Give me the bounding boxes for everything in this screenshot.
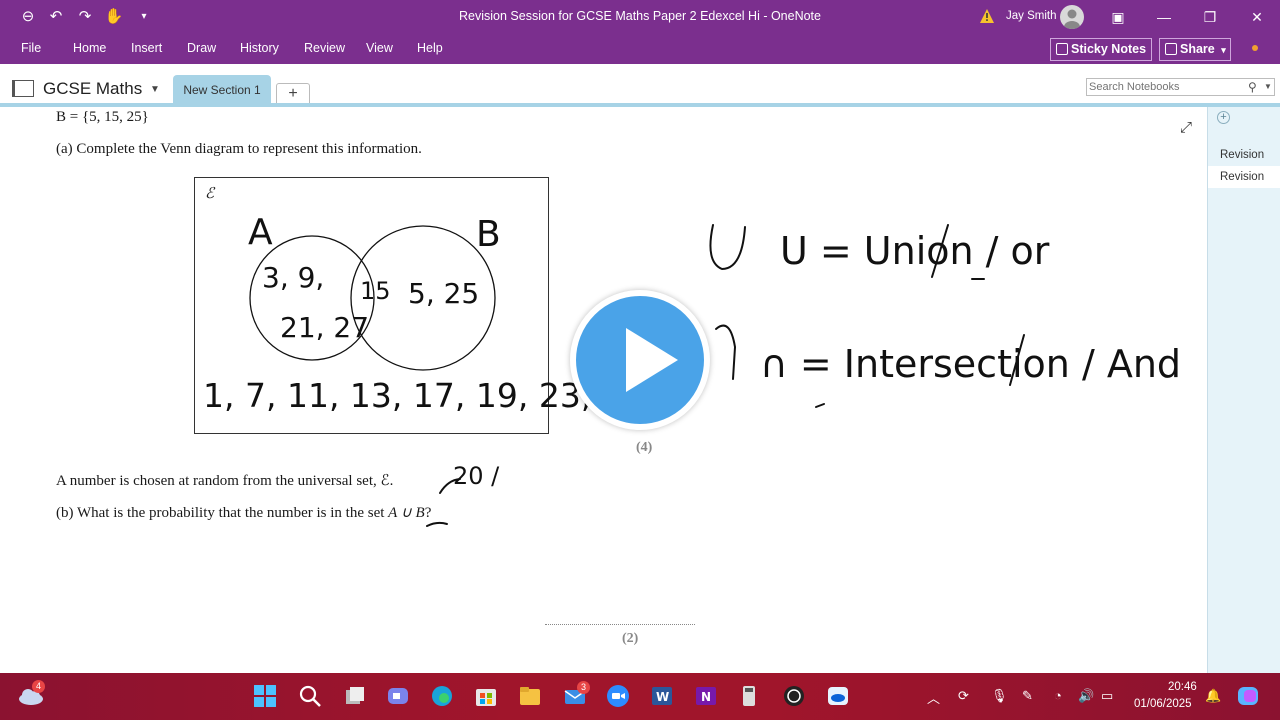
page-item-revision-1[interactable]: Revision bbox=[1208, 144, 1280, 166]
zoom-icon[interactable] bbox=[606, 684, 630, 708]
close-icon[interactable]: ✕ bbox=[1234, 0, 1280, 34]
notebook-icon[interactable] bbox=[12, 80, 34, 97]
battery-icon[interactable]: ▭ bbox=[1101, 688, 1113, 704]
menu-help[interactable]: Help bbox=[417, 41, 443, 55]
calculator-icon[interactable] bbox=[737, 684, 761, 708]
wifi-icon[interactable]: ◔ bbox=[1054, 688, 1062, 703]
file-explorer-icon[interactable] bbox=[518, 684, 542, 708]
chevron-up-icon[interactable]: ︿ bbox=[927, 688, 940, 707]
search-icon[interactable]: ⚲ bbox=[1248, 80, 1257, 94]
venn-label-a: A bbox=[248, 212, 273, 253]
play-button[interactable] bbox=[570, 290, 710, 430]
menu-history[interactable]: History bbox=[240, 41, 279, 55]
sync-icon[interactable]: ⟳ bbox=[958, 688, 969, 704]
add-section-button[interactable]: + bbox=[276, 83, 310, 104]
notification-bell-icon[interactable]: 🔔 bbox=[1205, 688, 1221, 704]
start-icon[interactable] bbox=[253, 684, 277, 708]
menu-insert[interactable]: Insert bbox=[131, 41, 162, 55]
chat-icon[interactable] bbox=[386, 684, 410, 708]
venn-a-only-2: 21, 27 bbox=[280, 311, 369, 344]
page-item-revision-2[interactable]: Revision bbox=[1208, 166, 1280, 188]
venn-b-only: 5, 25 bbox=[408, 277, 479, 310]
volume-icon[interactable]: 🔊 bbox=[1078, 688, 1094, 704]
menu-review[interactable]: Review bbox=[304, 41, 345, 55]
chevron-down-icon: ▾ bbox=[1221, 45, 1226, 55]
marks-part-b: (2) bbox=[622, 631, 639, 646]
add-page-button[interactable]: + bbox=[1217, 111, 1230, 124]
chevron-down-icon[interactable]: ▼ bbox=[150, 84, 160, 95]
obs-icon[interactable] bbox=[782, 684, 806, 708]
venn-intersection: 15 bbox=[360, 277, 391, 305]
clock-date[interactable]: 01/06/2025 bbox=[1134, 698, 1192, 710]
marks-part-a: (4) bbox=[636, 440, 653, 455]
share-button[interactable]: Share ▾ bbox=[1159, 38, 1231, 61]
answer-line bbox=[545, 624, 695, 625]
window-title: Revision Session for GCSE Maths Paper 2 … bbox=[459, 9, 821, 23]
sticky-notes-icon bbox=[1056, 43, 1068, 55]
notebook-name[interactable]: GCSE Maths bbox=[43, 79, 142, 99]
chosen-text: A number is chosen at random from the un… bbox=[56, 473, 394, 489]
minimize-icon[interactable]: — bbox=[1141, 0, 1187, 34]
clock-time[interactable]: 20:46 bbox=[1168, 681, 1197, 693]
title-bar: ⊖ ↶ ↷ ✋ ▾ Revision Session for GCSE Math… bbox=[0, 0, 1280, 34]
search-icon[interactable] bbox=[298, 684, 322, 708]
pages-panel bbox=[1207, 107, 1280, 673]
onedrive-icon[interactable] bbox=[826, 684, 850, 708]
union-symbol bbox=[709, 224, 746, 271]
expand-icon[interactable]: ⤢ bbox=[1180, 119, 1192, 136]
sticky-notes-label: Sticky Notes bbox=[1071, 42, 1147, 56]
weather-badge: 4 bbox=[32, 680, 45, 693]
user-name[interactable]: Jay Smith bbox=[1006, 10, 1057, 22]
pen-icon[interactable]: ✎ bbox=[1022, 688, 1033, 704]
menu-home[interactable]: Home bbox=[73, 41, 106, 55]
part-b-suffix: ? bbox=[424, 505, 432, 521]
part-b-set: A ∪ B bbox=[388, 505, 425, 521]
svg-text:W: W bbox=[656, 690, 669, 704]
avatar[interactable] bbox=[1060, 5, 1084, 29]
union-note: U = Union / or bbox=[780, 229, 1050, 273]
tab-new-section-1[interactable]: New Section 1 bbox=[173, 75, 271, 104]
menu-file[interactable]: File bbox=[21, 41, 41, 55]
copilot-icon[interactable] bbox=[1236, 684, 1260, 708]
menu-view[interactable]: View bbox=[366, 41, 393, 55]
part-b-prefix: (b) What is the probability that the num… bbox=[56, 505, 389, 521]
notification-dot bbox=[1252, 45, 1258, 51]
count-note: 20 / bbox=[453, 462, 500, 490]
play-icon bbox=[626, 328, 678, 392]
ribbon-display-icon[interactable]: ▣ bbox=[1095, 0, 1141, 34]
question-part-b: (b) What is the probability that the num… bbox=[56, 503, 431, 522]
edge-icon[interactable] bbox=[430, 684, 454, 708]
intersection-note: ∩ = Intersection / And bbox=[760, 342, 1181, 386]
venn-a-only-1: 3, 9, bbox=[262, 261, 324, 294]
microphone-icon[interactable]: 🎙 bbox=[991, 688, 1008, 704]
venn-label-b: B bbox=[476, 214, 501, 255]
chevron-down-icon[interactable]: ▼ bbox=[1264, 82, 1272, 91]
share-label: Share bbox=[1180, 42, 1215, 56]
search-input[interactable] bbox=[1089, 80, 1239, 94]
task-view-icon[interactable] bbox=[343, 684, 367, 708]
onenote-icon[interactable]: N bbox=[694, 684, 718, 708]
sticky-notes-button[interactable]: Sticky Notes bbox=[1050, 38, 1152, 61]
svg-text:N: N bbox=[701, 690, 711, 704]
restore-icon[interactable]: ❐ bbox=[1187, 0, 1233, 34]
menu-draw[interactable]: Draw bbox=[187, 41, 216, 55]
warning-icon[interactable] bbox=[979, 8, 995, 24]
mail-badge: 3 bbox=[577, 681, 590, 694]
word-icon[interactable]: W bbox=[650, 684, 674, 708]
store-icon[interactable] bbox=[474, 684, 498, 708]
intersection-symbol bbox=[715, 324, 737, 380]
search-notebooks[interactable]: ⚲ ▼ bbox=[1086, 78, 1275, 96]
share-icon bbox=[1165, 43, 1177, 55]
